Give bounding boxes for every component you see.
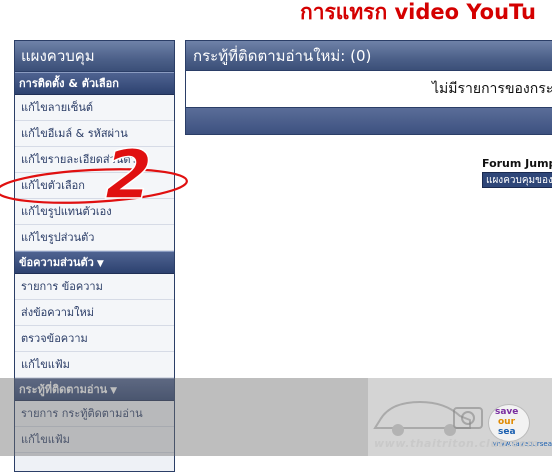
section-private-messages[interactable]: ข้อความส่วนตัว ▼ — [15, 251, 174, 274]
thread-title: การแทรก video YouTu — [300, 0, 536, 24]
sidebar-item-edit-profile-picture[interactable]: แก้ไขรูปส่วนตัว — [15, 225, 174, 251]
sidebar-item-edit-profile[interactable]: แก้ไขรายละเอียดส่วนตัว — [15, 147, 174, 173]
sidebar-item-edit-avatar[interactable]: แก้ไขรูปแทนตัวเอง — [15, 199, 174, 225]
sidebar-item-list-messages[interactable]: รายการ ข้อความ — [15, 274, 174, 300]
sidebar-item-edit-options[interactable]: แก้ไขตัวเลือก — [15, 173, 174, 199]
section-settings-options[interactable]: การติดตั้ง & ตัวเลือก — [15, 72, 174, 95]
sidebar-item-edit-email-password[interactable]: แก้ไขอีเมล์ & รหัสผ่าน — [15, 121, 174, 147]
no-items-message: ไม่มีรายการของกระ — [432, 81, 552, 97]
sidebar-item-edit-signature[interactable]: แก้ไขลายเซ็นต์ — [15, 95, 174, 121]
sidebar-title: แผงควบคุม — [15, 41, 174, 72]
sidebar-item-edit-folders[interactable]: แก้ไขแฟ้ม — [15, 352, 174, 378]
sidebar-item-send-message[interactable]: ส่งข้อความใหม่ — [15, 300, 174, 326]
sidebar-item-track-messages[interactable]: ตรวจข้อความ — [15, 326, 174, 352]
panel-footer-bar — [185, 107, 552, 135]
forum-jump-label: Forum Jump — [482, 157, 552, 170]
forum-jump-select[interactable]: แผงควบคุมของผู้ใช้ — [482, 172, 552, 188]
subscribed-threads-header: กระทู้ที่ติดตามอ่านใหม่: (0) — [185, 40, 552, 71]
watermark-url: www.thaitriton.club.com — [374, 437, 539, 450]
section-label: ข้อความส่วนตัว — [19, 256, 94, 269]
subscribed-threads-body: ไม่มีรายการของกระ — [185, 71, 552, 107]
triangle-down-icon: ▼ — [96, 259, 104, 269]
section-label: การติดตั้ง & ตัวเลือก — [19, 77, 119, 90]
